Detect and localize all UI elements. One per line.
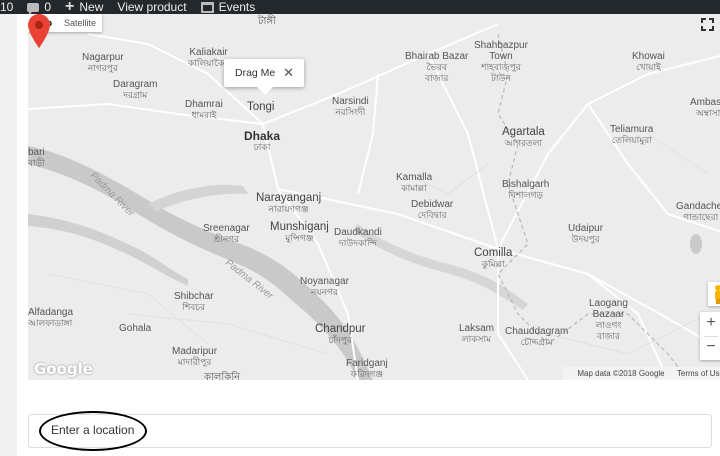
new-label: New (79, 0, 104, 14)
place-label-udaipur: Udaipur উদয়পুর (568, 223, 604, 244)
place-label-kaliakair: Kaliakair কালিয়াকৈর (188, 47, 230, 68)
content-area: Map Satellite টাঙ্গী Nagarpurনাগরপুর Kal… (17, 14, 720, 456)
new-content-link[interactable]: + New (65, 0, 103, 14)
place-label-chauddagram: Chauddagram চৌদ্দগ্রাম (505, 326, 569, 347)
place-label-madaripur: Madaripur মাদারীপুর (172, 346, 218, 367)
place-label-kalkini: কালকিনি (204, 372, 241, 380)
place-label-noyanagar: Noyanagar নয়নগর (300, 276, 349, 297)
place-label-daragram: Daragram দরগ্রাম (113, 79, 158, 100)
view-product-label: View product (117, 0, 187, 14)
place-label-daudkandi: Daudkandi দাউদকান্দি (334, 227, 382, 248)
place-label-alfadanga: Alfadanga আলফাডাঙ্গা (28, 307, 74, 328)
map-pin-icon[interactable] (28, 14, 50, 48)
close-icon[interactable]: ✕ (283, 65, 294, 81)
place-label-sreenagar: Sreenagar শ্রীনগর (203, 223, 250, 244)
events-link[interactable]: Events (200, 0, 256, 14)
place-label-laogang: Laogang Bazaar লাওগং বাজার (589, 298, 628, 341)
admin-bar: 10 0 + New View product Events (0, 0, 720, 14)
view-product-link[interactable]: View product (117, 0, 186, 14)
place-label-dhamrai: Dhamrai ধামরাই (185, 99, 223, 120)
google-map[interactable]: Map Satellite টাঙ্গী Nagarpurনাগরপুর Kal… (28, 14, 720, 380)
place-label-debidwar: Debidwar দেবিদ্বার (411, 199, 454, 220)
place-label-dhaka: Dhaka ঢাকা (244, 129, 281, 152)
zoom-out-button[interactable]: − (700, 336, 720, 360)
terms-of-use-link[interactable]: Terms of Use (677, 369, 720, 378)
place-label-narayanganj: Narayanganj নারায়ণগঞ্জ (256, 192, 322, 214)
place-label-tongi: Tongi (247, 101, 275, 113)
pegman-icon[interactable] (708, 282, 720, 306)
place-label-bishalgarh: Bishalgarh বিশালগড় (502, 179, 550, 200)
google-logo[interactable]: Google (34, 360, 93, 378)
events-label: Events (218, 0, 256, 14)
calendar-icon (200, 1, 214, 13)
zoom-control: + − (700, 312, 720, 360)
comments-link[interactable]: 0 (27, 0, 51, 14)
place-label-bari: bari বাড়ী (28, 147, 45, 168)
place-label-chandpur: Chandpur চাঁদপুর (315, 323, 366, 345)
info-window-text: Drag Me (235, 67, 276, 79)
place-label-shahbazpur: Shahbazpur Town শাহবাজপুর টাউন (474, 40, 528, 83)
lake (690, 234, 702, 254)
place-label-shibchar: Shibchar শিবচর (174, 291, 214, 312)
fullscreen-icon[interactable] (701, 18, 714, 31)
place-label-comilla: Comilla কুমিল্লা (474, 247, 513, 269)
place-label-khowai: Khowai খোয়াই (632, 51, 665, 72)
comment-bubble-icon (27, 2, 40, 14)
river-branch-2 (148, 184, 248, 212)
map-data-text: Map data ©2018 Google (577, 369, 665, 378)
place-label-gohala: Gohala (119, 323, 152, 334)
marker-info-window: Drag Me ✕ (224, 59, 304, 95)
comments-count: 0 (44, 0, 52, 14)
place-label-munshiganj: Munshiganj মুন্সিগঞ্জ (270, 221, 329, 243)
map-type-satellite-button[interactable]: Satellite (58, 14, 102, 32)
place-label-agartala: Agartala আগরতলা (502, 126, 545, 148)
place-label-laksam: Laksam লাকসাম (459, 323, 495, 344)
place-label-teliamura: Teliamura তেলিয়ামুরা (610, 124, 654, 145)
place-label-nagarpur: Nagarpur নাগরপুর (82, 52, 124, 73)
place-label: টাঙ্গী (258, 16, 276, 27)
adminbar-number-label: 10 (0, 0, 14, 14)
place-label-narsindi: Narsindi নরসিংদী (332, 96, 369, 117)
place-label-bhairab: Bhairab Bazar ভৈরব বাজার (405, 51, 469, 83)
zoom-in-button[interactable]: + (700, 312, 720, 336)
place-label-ambass: Ambassঅম্বাসা (690, 97, 720, 118)
place-label-kamalla: Kamalla কামাল্লা (396, 172, 433, 193)
highlight-ellipse (39, 411, 147, 451)
plus-icon: + (65, 0, 75, 14)
map-attribution: Map data ©2018 Google Terms of Use (563, 367, 720, 380)
place-label-gandachera: Gandacherগান্ডাছেরা (676, 201, 720, 222)
adminbar-number[interactable]: 10 (0, 0, 13, 14)
place-label-faridganj: Faridganj ফরিদগঞ্জ (346, 358, 388, 379)
